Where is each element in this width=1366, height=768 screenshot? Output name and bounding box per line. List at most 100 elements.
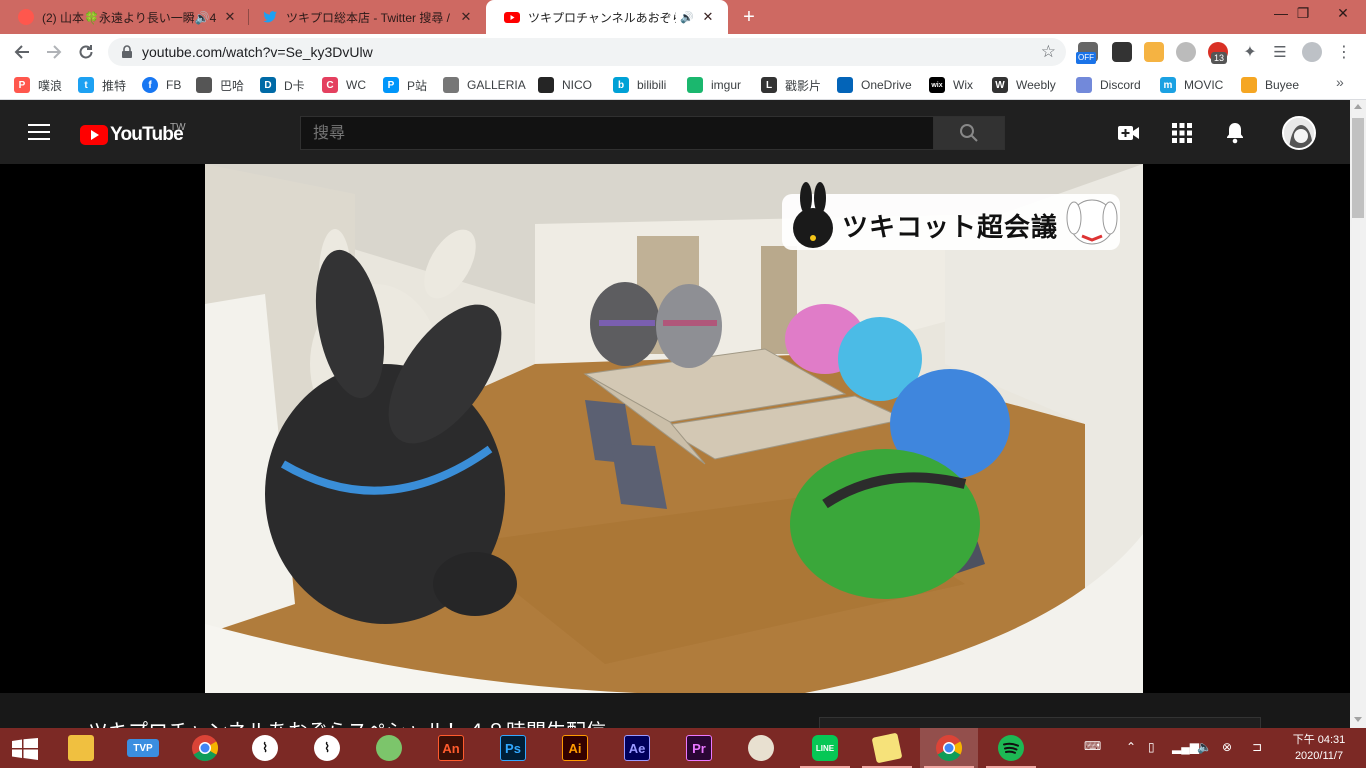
bookmark-bilibili[interactable]: b bilibili <box>613 76 666 94</box>
taskbar-tvp[interactable]: TVP <box>114 728 172 768</box>
arrow-left-icon <box>14 45 29 59</box>
taskbar-after-effects[interactable]: Ae <box>608 728 666 768</box>
url-text[interactable]: youtube.com/watch?v=Se_ky3DvUlw <box>142 44 373 60</box>
search-input[interactable] <box>313 123 913 142</box>
bookmark-twitter[interactable]: t 推特 <box>78 76 126 94</box>
country-code: TW <box>170 122 186 133</box>
scroll-up-arrow-icon[interactable] <box>1354 104 1362 109</box>
bookmark-nico[interactable]: NICO <box>538 76 592 94</box>
close-window-button[interactable]: ✕ <box>1320 0 1366 26</box>
scrollbar-thumb[interactable] <box>1352 118 1364 218</box>
taskbar-spotify[interactable] <box>982 728 1040 768</box>
extension-agent-icon[interactable] <box>1112 42 1132 62</box>
forward-button[interactable] <box>42 40 66 64</box>
video-frame[interactable]: ツキコット超会議 <box>205 164 1143 693</box>
bookmark-video[interactable]: L 戳影片 <box>761 76 821 94</box>
menu-kebab-icon[interactable]: ⋮ <box>1334 42 1354 62</box>
tray-overflow-chevron-icon[interactable]: ⌃ <box>1126 740 1136 754</box>
taskbar-animate[interactable]: An <box>422 728 480 768</box>
bookmark-weebly[interactable]: W Weebly <box>992 76 1056 94</box>
profile-avatar-icon[interactable] <box>1302 42 1322 62</box>
close-icon[interactable]: ✕ <box>700 9 716 25</box>
ime-mode-icon[interactable]: ⊐ <box>1252 740 1262 754</box>
bookmark-dcard[interactable]: D D卡 <box>260 76 305 94</box>
account-avatar[interactable] <box>1282 116 1316 150</box>
taskbar-clip-studio-2[interactable]: ⌇ <box>298 728 356 768</box>
bookmark-galleria[interactable]: GALLERIA <box>443 76 526 94</box>
system-clock[interactable]: 下午 04:31 2020/11/7 <box>1288 732 1350 764</box>
battery-icon[interactable]: ▯ <box>1148 740 1155 754</box>
plurk-icon: P <box>14 77 30 93</box>
volume-icon[interactable]: 🔈 <box>1197 740 1212 754</box>
taskbar-premiere[interactable]: Pr <box>670 728 728 768</box>
input-method-icon[interactable]: ⊗ <box>1222 740 1232 754</box>
media-control-icon[interactable]: ☰ <box>1270 42 1290 62</box>
bookmarks-overflow-icon[interactable]: » <box>1336 74 1344 90</box>
taskbar-game[interactable] <box>360 728 418 768</box>
lock-icon[interactable] <box>120 45 134 59</box>
youtube-logo[interactable]: YouTube <box>80 124 184 146</box>
back-button[interactable] <box>10 40 34 64</box>
bookmark-wc[interactable]: C WC <box>322 76 366 94</box>
close-icon[interactable]: ✕ <box>458 9 474 25</box>
guide-menu-icon[interactable] <box>28 124 50 140</box>
bookmark-star-icon[interactable]: ☆ <box>1041 42 1056 62</box>
search-icon <box>960 124 978 142</box>
arrow-right-icon <box>47 45 62 59</box>
bookmark-onedrive[interactable]: OneDrive <box>837 76 912 94</box>
imgur-icon <box>687 77 703 93</box>
taskbar-sticky-notes[interactable] <box>858 728 916 768</box>
photoshop-icon: Ps <box>500 735 526 761</box>
search-button[interactable] <box>933 116 1005 150</box>
folder-icon <box>68 735 94 761</box>
bookmark-pixiv[interactable]: P P站 <box>383 76 427 94</box>
clock-time: 下午 04:31 <box>1292 734 1346 746</box>
bookmark-movic[interactable]: m MOVIC <box>1160 76 1223 94</box>
new-tab-button[interactable]: + <box>738 6 760 28</box>
extensions-puzzle-icon[interactable]: ✦ <box>1240 42 1260 62</box>
video-player[interactable]: ツキコット超会議 <box>0 164 1350 693</box>
weibo-icon <box>18 9 34 25</box>
taskbar-paint[interactable] <box>732 728 790 768</box>
network-signal-icon[interactable]: ▂▄▆ <box>1172 740 1199 754</box>
taskbar-clip-studio-1[interactable]: ⌇ <box>236 728 294 768</box>
taskbar-illustrator[interactable]: Ai <box>546 728 604 768</box>
close-icon[interactable]: ✕ <box>222 9 238 25</box>
windows-start-icon[interactable] <box>12 738 38 760</box>
windows-taskbar: TVP ⌇ ⌇ An Ps Ai Ae Pr LINE ⌨ ⌃ ▯ ▂▄▆ 🔈 … <box>0 728 1366 768</box>
taskbar-photoshop[interactable]: Ps <box>484 728 542 768</box>
bookmark-wix[interactable]: wix Wix <box>929 76 973 94</box>
notifications-bell-icon[interactable] <box>1224 122 1246 144</box>
create-video-icon[interactable] <box>1118 122 1140 144</box>
extension-link-icon[interactable] <box>1176 42 1196 62</box>
twitter-icon: t <box>78 77 94 93</box>
taskbar-chrome[interactable] <box>176 728 234 768</box>
audio-playing-icon[interactable]: 🔊 <box>680 11 694 24</box>
taskbar-line[interactable]: LINE <box>796 728 854 768</box>
extension-tools-icon[interactable] <box>1144 42 1164 62</box>
bookmark-imgur[interactable]: imgur <box>687 76 741 94</box>
video-caption-badge: ツキコット超会議 <box>782 182 1120 250</box>
wix-icon: wix <box>929 77 945 93</box>
bookmark-discord[interactable]: Discord <box>1076 76 1141 94</box>
tab-plurk[interactable]: (2) 山本🍀永遠より長い一瞬🔊46 ✕ <box>0 0 250 34</box>
apps-grid-icon[interactable] <box>1171 122 1193 144</box>
bookmark-bahamut[interactable]: 巴哈 <box>196 76 244 94</box>
tab-youtube[interactable]: ツキプロチャンネルあおぞら 🔊 ✕ <box>486 0 728 34</box>
address-bar[interactable]: youtube.com/watch?v=Se_ky3DvUlw ☆ <box>108 38 1066 66</box>
illustrator-icon: Ai <box>562 735 588 761</box>
page-scrollbar[interactable] <box>1350 100 1366 728</box>
taskbar-chrome-running[interactable] <box>920 728 978 768</box>
scroll-down-arrow-icon[interactable] <box>1354 717 1362 722</box>
taskbar-file-explorer[interactable] <box>52 728 110 768</box>
pixiv-icon: P <box>383 77 399 93</box>
bookmark-buyee[interactable]: Buyee <box>1241 76 1299 94</box>
bookmark-plurk[interactable]: P 噗浪 <box>14 76 62 94</box>
bookmark-facebook[interactable]: f FB <box>142 76 181 94</box>
sticky-notes-icon <box>871 732 903 764</box>
youtube-icon <box>504 9 520 25</box>
keyboard-icon[interactable]: ⌨ <box>1084 739 1101 753</box>
youtube-play-icon <box>80 125 108 145</box>
reload-button[interactable] <box>74 40 98 64</box>
tab-twitter[interactable]: ツキプロ総本店 - Twitter 搜尋 / ✕ <box>244 0 486 34</box>
